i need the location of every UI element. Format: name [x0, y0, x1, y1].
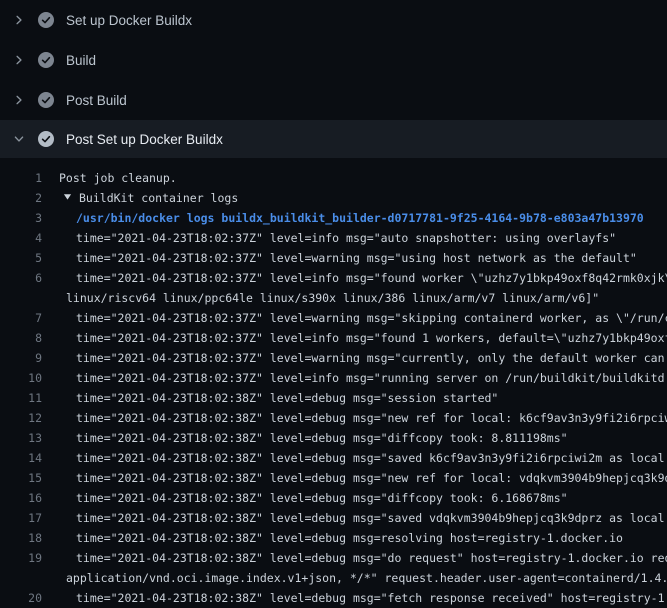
log-line: 19 time="2021-04-23T18:02:38Z" level=deb…	[0, 548, 667, 568]
log-line-number[interactable]: 17	[0, 511, 42, 525]
log-line-number[interactable]: 12	[0, 411, 42, 425]
log-line-number[interactable]: 1	[0, 171, 42, 185]
log-line-number[interactable]: 16	[0, 491, 42, 505]
chevron-right-icon	[12, 93, 26, 107]
log-line: 1 Post job cleanup.	[0, 168, 667, 188]
log-line-text: time="2021-04-23T18:02:38Z" level=debug …	[76, 491, 568, 505]
check-circle-icon	[38, 92, 54, 108]
log-line: 8 time="2021-04-23T18:02:37Z" level=info…	[0, 328, 667, 348]
log-line-number[interactable]: 3	[0, 211, 42, 225]
log-line-number[interactable]: 5	[0, 251, 42, 265]
log-line-text: time="2021-04-23T18:02:37Z" level=info m…	[76, 331, 667, 345]
log-line-number[interactable]: 4	[0, 231, 42, 245]
log-line-text: time="2021-04-23T18:02:37Z" level=warnin…	[76, 311, 667, 325]
step-title: Post Set up Docker Buildx	[66, 132, 223, 147]
step-title: Build	[66, 53, 96, 68]
log-line: 7 time="2021-04-23T18:02:37Z" level=warn…	[0, 308, 667, 328]
log-line-number[interactable]: 9	[0, 351, 42, 365]
log-line: 17 time="2021-04-23T18:02:38Z" level=deb…	[0, 508, 667, 528]
log-line-text: Post job cleanup.	[59, 171, 177, 185]
log-line-text: time="2021-04-23T18:02:37Z" level=warnin…	[76, 251, 637, 265]
step-title: Set up Docker Buildx	[66, 13, 192, 28]
log-line-number[interactable]: 15	[0, 471, 42, 485]
log-line-number[interactable]: 10	[0, 371, 42, 385]
check-circle-icon	[38, 131, 54, 147]
log-line-text: time="2021-04-23T18:02:38Z" level=debug …	[76, 451, 667, 465]
log-line: 15 time="2021-04-23T18:02:38Z" level=deb…	[0, 468, 667, 488]
log-line: 12 time="2021-04-23T18:02:38Z" level=deb…	[0, 408, 667, 428]
chevron-right-icon	[12, 13, 26, 27]
log-line: linux/riscv64 linux/ppc64le linux/s390x …	[0, 288, 667, 308]
log-line-text: time="2021-04-23T18:02:37Z" level=info m…	[76, 231, 616, 245]
log-line: 9 time="2021-04-23T18:02:37Z" level=warn…	[0, 348, 667, 368]
log-command-text: /usr/bin/docker logs buildx_buildkit_bui…	[76, 211, 644, 225]
log-line: 13 time="2021-04-23T18:02:38Z" level=deb…	[0, 428, 667, 448]
log-line-number[interactable]: 11	[0, 391, 42, 405]
log-line: 3 /usr/bin/docker logs buildx_buildkit_b…	[0, 208, 667, 228]
log-line-number[interactable]: 7	[0, 311, 42, 325]
log-line-text: time="2021-04-23T18:02:37Z" level=warnin…	[76, 351, 667, 365]
log-viewer: 1 Post job cleanup. 2 BuildKit container…	[0, 158, 667, 608]
step-section-header[interactable]: Set up Docker Buildx	[0, 0, 667, 40]
step-section-header[interactable]: Post Build	[0, 80, 667, 120]
log-line: 18 time="2021-04-23T18:02:38Z" level=deb…	[0, 528, 667, 548]
log-line-text: time="2021-04-23T18:02:38Z" level=debug …	[76, 511, 667, 525]
chevron-down-icon	[12, 132, 26, 146]
log-line-text: time="2021-04-23T18:02:38Z" level=debug …	[76, 591, 667, 605]
log-line: 10 time="2021-04-23T18:02:37Z" level=inf…	[0, 368, 667, 388]
log-line-number[interactable]: 20	[0, 591, 42, 605]
log-line-number[interactable]: 19	[0, 551, 42, 565]
log-line-text: time="2021-04-23T18:02:38Z" level=debug …	[76, 411, 667, 425]
log-line-text: time="2021-04-23T18:02:37Z" level=info m…	[76, 271, 667, 285]
log-line-text: application/vnd.oci.image.index.v1+json,…	[66, 571, 667, 585]
log-line: 14 time="2021-04-23T18:02:38Z" level=deb…	[0, 448, 667, 468]
log-line-number[interactable]: 13	[0, 431, 42, 445]
log-line-number[interactable]: 2	[0, 191, 42, 205]
log-line-number[interactable]: 18	[0, 531, 42, 545]
log-line-text: time="2021-04-23T18:02:38Z" level=debug …	[76, 391, 498, 405]
check-circle-icon	[38, 12, 54, 28]
log-group-toggle[interactable]: 2 BuildKit container logs	[0, 188, 667, 208]
log-line-number[interactable]: 14	[0, 451, 42, 465]
log-line: 16 time="2021-04-23T18:02:38Z" level=deb…	[0, 488, 667, 508]
step-section-header[interactable]: Build	[0, 40, 667, 80]
log-line-number[interactable]: 8	[0, 331, 42, 345]
log-line-text: time="2021-04-23T18:02:38Z" level=debug …	[76, 471, 667, 485]
log-line-text: linux/riscv64 linux/ppc64le linux/s390x …	[66, 291, 599, 305]
log-line-text: time="2021-04-23T18:02:38Z" level=debug …	[76, 551, 667, 565]
step-title: Post Build	[66, 93, 127, 108]
check-circle-icon	[38, 52, 54, 68]
log-line: 5 time="2021-04-23T18:02:37Z" level=warn…	[0, 248, 667, 268]
group-collapse-triangle-icon[interactable]	[63, 191, 72, 205]
log-line: 6 time="2021-04-23T18:02:37Z" level=info…	[0, 268, 667, 288]
log-line-text: BuildKit container logs	[63, 191, 238, 205]
step-section-header[interactable]: Post Set up Docker Buildx	[0, 120, 667, 158]
log-line: 11 time="2021-04-23T18:02:38Z" level=deb…	[0, 388, 667, 408]
steps-list: Set up Docker Buildx Build Post Build Po…	[0, 0, 667, 158]
log-line-text: time="2021-04-23T18:02:38Z" level=debug …	[76, 431, 568, 445]
log-line: application/vnd.oci.image.index.v1+json,…	[0, 568, 667, 588]
log-line: 4 time="2021-04-23T18:02:37Z" level=info…	[0, 228, 667, 248]
log-line-number[interactable]: 6	[0, 271, 42, 285]
log-line-text: time="2021-04-23T18:02:38Z" level=debug …	[76, 531, 623, 545]
log-line: 20 time="2021-04-23T18:02:38Z" level=deb…	[0, 588, 667, 608]
chevron-right-icon	[12, 53, 26, 67]
log-line-text: time="2021-04-23T18:02:37Z" level=info m…	[76, 371, 667, 385]
